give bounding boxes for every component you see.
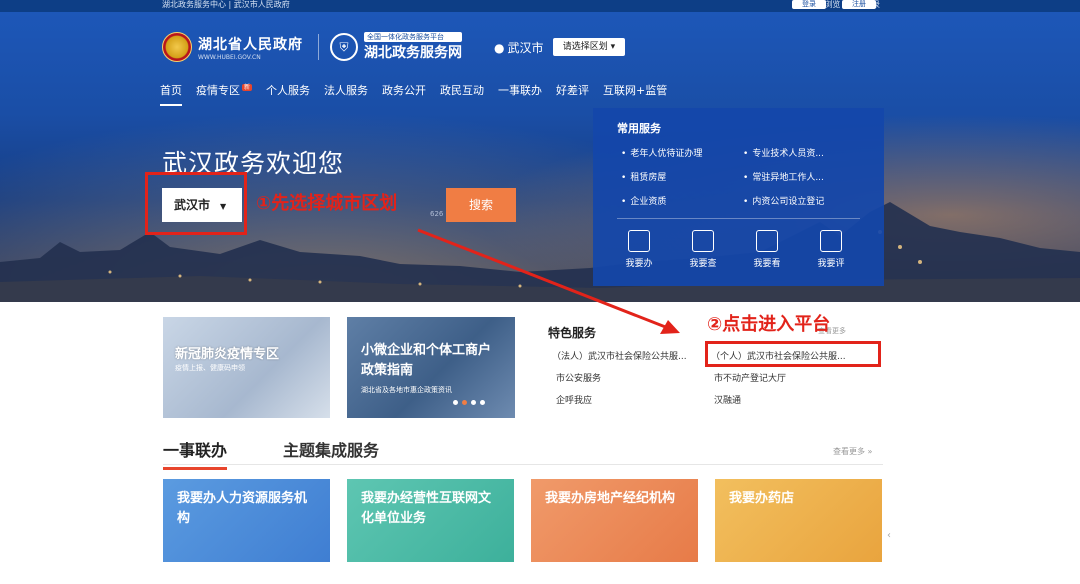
annotation-step-2: ②点击进入平台: [707, 314, 831, 335]
tool-view[interactable]: 我要看: [745, 230, 789, 269]
highlight-box-platform: [705, 341, 881, 367]
policy-guide-card[interactable]: 小微企业和个体工商户政策指南 湖北省及各地市惠企政策资讯: [347, 317, 515, 418]
service-link[interactable]: 专业技术人员资...: [743, 146, 824, 159]
top-utility-bar: 湖北政务服务中心 | 武汉市人民政府 无障碍浏览 · 扫码登录 登录 注册: [0, 0, 1080, 12]
annotation-step-1: ①先选择城市区划: [256, 193, 398, 214]
featured-item[interactable]: （法人）武汉市社会保险公共服...: [552, 349, 687, 362]
top-links[interactable]: 湖北政务服务中心 | 武汉市人民政府: [162, 0, 290, 9]
nav-item-legal-entity[interactable]: 法人服务: [324, 82, 368, 106]
new-badge: 新: [242, 84, 253, 91]
service-tile[interactable]: 我要办人力资源服务机构: [163, 479, 330, 562]
services-title: 常用服务: [617, 122, 661, 135]
service-link[interactable]: 内资公司设立登记: [743, 194, 824, 207]
document-icon: [628, 230, 650, 252]
carousel-dot[interactable]: [471, 400, 476, 405]
tool-label: 我要看: [753, 259, 781, 269]
region-button-label: 请选择区划: [562, 42, 608, 52]
featured-item[interactable]: 市不动产登记大厅: [714, 371, 786, 384]
nav-label: 疫情专区: [196, 84, 240, 97]
tab-one-thing[interactable]: 一事联办: [163, 437, 228, 470]
featured-item[interactable]: 市公安服务: [556, 371, 601, 384]
search-hint: 626: [430, 210, 444, 218]
tool-label: 我要办: [625, 259, 653, 269]
nav-item-interaction[interactable]: 政民互动: [440, 82, 484, 106]
common-services-panel: 常用服务 老年人优待证办理 专业技术人员资... 租赁房屋 常驻异地工作人...…: [593, 108, 884, 286]
epidemic-card[interactable]: 新冠肺炎疫情专区 疫情上报、健康码申领: [163, 317, 330, 418]
service-tile[interactable]: 我要办经营性互联网文化单位业务: [347, 479, 514, 562]
tool-apply[interactable]: 我要办: [617, 230, 661, 269]
location-pin-icon: ●: [494, 40, 505, 55]
platform-tag: 全国一体化政务服务平台: [364, 32, 462, 42]
platform-logo[interactable]: ⛨ 全国一体化政务服务平台 湖北政务服务网: [330, 32, 462, 62]
card-title: 新冠肺炎疫情专区: [175, 347, 280, 362]
nav-item-epidemic[interactable]: 疫情专区新: [196, 82, 253, 106]
services-divider: [617, 218, 860, 219]
service-link[interactable]: 老年人优待证办理: [621, 146, 702, 159]
carousel-dot-active[interactable]: [462, 400, 467, 405]
carousel-dots[interactable]: [453, 400, 485, 405]
service-tile[interactable]: 我要办药店: [715, 479, 882, 562]
search-button[interactable]: 搜索: [446, 188, 516, 222]
nav-item-personal[interactable]: 个人服务: [266, 82, 310, 106]
carousel-dot[interactable]: [480, 400, 485, 405]
card-subtitle: 湖北省及各地市惠企政策资讯: [361, 386, 452, 394]
presentation-icon: [756, 230, 778, 252]
logo-divider: [318, 34, 319, 60]
tool-rate[interactable]: 我要评: [809, 230, 853, 269]
featured-item[interactable]: 汉融通: [714, 393, 741, 406]
gov-name: 湖北省人民政府: [198, 36, 303, 53]
rating-icon: [820, 230, 842, 252]
tool-label: 我要查: [689, 259, 717, 269]
tool-query[interactable]: 我要查: [681, 230, 725, 269]
tool-label: 我要评: [817, 259, 845, 269]
national-emblem-icon: [162, 32, 192, 62]
section-tabs: 一事联办 主题集成服务: [163, 437, 379, 470]
nav-item-supervision[interactable]: 互联网+监管: [603, 82, 667, 106]
service-link[interactable]: 企业资质: [621, 194, 666, 207]
carousel-dot[interactable]: [453, 400, 458, 405]
gov-url: WWW.HUBEI.GOV.CN: [198, 53, 261, 61]
nav-item-rating[interactable]: 好差评: [556, 82, 589, 106]
platform-emblem-icon: ⛨: [330, 33, 358, 61]
service-tile[interactable]: 我要办房地产经纪机构: [531, 479, 698, 562]
service-link[interactable]: 租赁房屋: [621, 170, 666, 183]
nav-item-one-thing[interactable]: 一事联办: [498, 82, 542, 106]
nav-item-gov-open[interactable]: 政务公开: [382, 82, 426, 106]
login-button[interactable]: 登录: [792, 0, 826, 9]
service-link[interactable]: 常驻异地工作人...: [743, 170, 824, 183]
featured-services-title: 特色服务: [548, 326, 597, 340]
register-button[interactable]: 注册: [842, 0, 876, 9]
tab-theme-services[interactable]: 主题集成服务: [283, 437, 379, 470]
select-region-button[interactable]: 请选择区划 ▾: [553, 38, 625, 56]
card-subtitle: 疫情上报、健康码申领: [175, 364, 245, 372]
card-title: 小微企业和个体工商户政策指南: [361, 343, 492, 378]
platform-name: 湖北政务服务网: [364, 45, 462, 61]
section-divider: [163, 464, 883, 465]
city-label: 武汉市: [507, 41, 544, 55]
next-arrow-icon[interactable]: ‹: [887, 530, 891, 541]
main-nav: 首页 疫情专区新 个人服务 法人服务 政务公开 政民互动 一事联办 好差评 互联…: [160, 82, 681, 106]
current-city: ● 武汉市: [494, 39, 544, 56]
highlight-box-city-select: [145, 172, 247, 235]
hubei-gov-logo[interactable]: 湖北省人民政府 WWW.HUBEI.GOV.CN: [162, 32, 303, 62]
featured-item[interactable]: 企呼我应: [556, 393, 592, 406]
view-more-link[interactable]: 查看更多 »: [833, 446, 872, 457]
nav-item-home[interactable]: 首页: [160, 82, 182, 106]
person-search-icon: [692, 230, 714, 252]
